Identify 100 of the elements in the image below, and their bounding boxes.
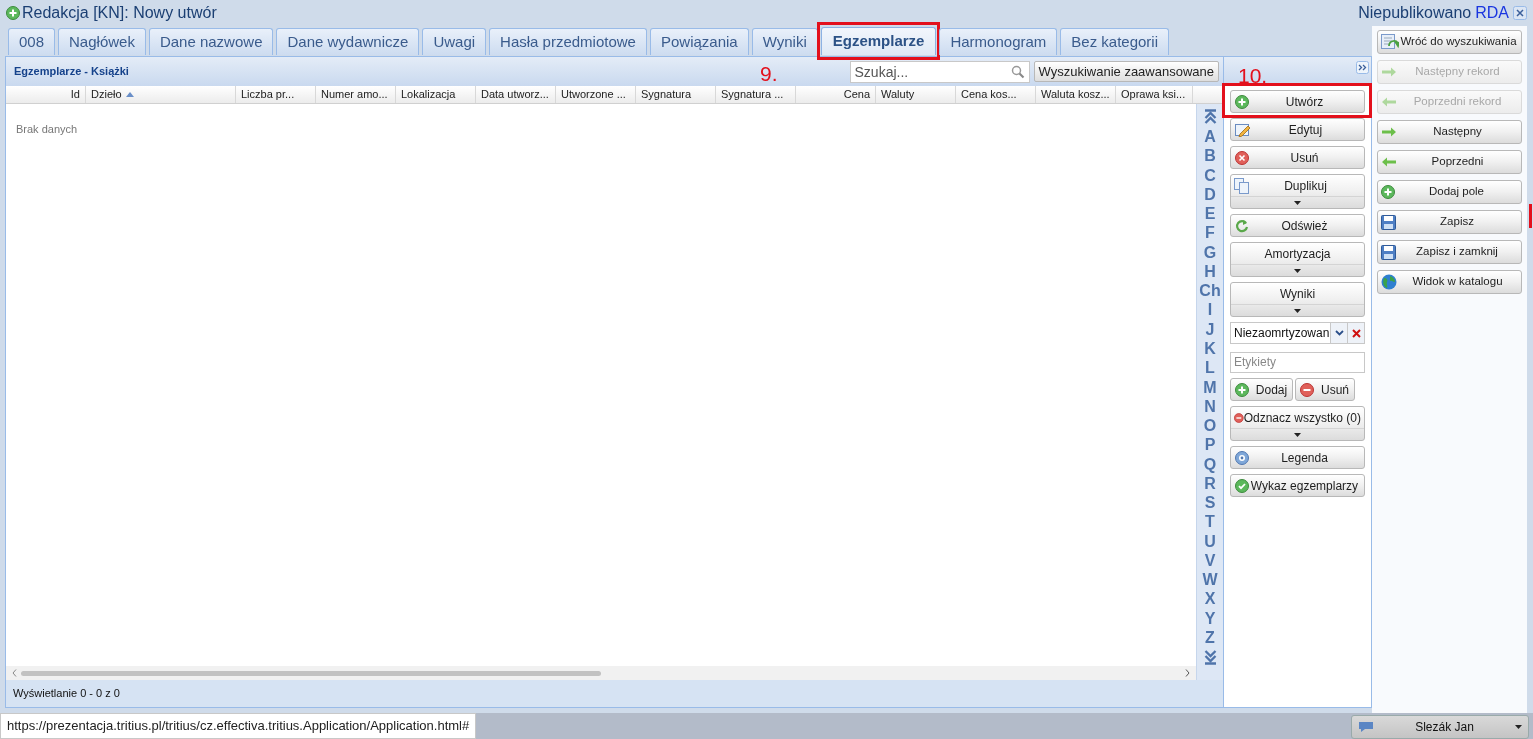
column-header[interactable]: Cena kos... — [956, 86, 1036, 103]
chevron-down-icon — [1334, 330, 1344, 336]
filter-dropdown[interactable]: Niezaomrtyzowan — [1230, 322, 1365, 344]
clear-icon[interactable] — [1351, 328, 1361, 338]
action-button[interactable]: Usuń — [1230, 146, 1365, 169]
record-button[interactable]: Poprzedni — [1377, 150, 1522, 174]
column-header[interactable]: Waluty — [876, 86, 956, 103]
letter-link[interactable]: X — [1204, 589, 1216, 609]
dropdown-button[interactable]: Wyniki — [1230, 282, 1365, 317]
tab[interactable]: Dane nazwowe — [148, 28, 274, 55]
tab[interactable]: Dane wydawnicze — [276, 28, 420, 55]
letter-link[interactable]: G — [1203, 242, 1217, 262]
record-button[interactable]: Następny — [1377, 120, 1522, 144]
column-header[interactable]: Sygnatura — [636, 86, 716, 103]
jump-to-bottom-icon[interactable] — [1203, 648, 1217, 665]
letter-link[interactable]: P — [1204, 435, 1216, 455]
scroll-right-icon[interactable] — [1185, 669, 1190, 677]
tags-field[interactable]: Etykiety — [1230, 351, 1365, 373]
tab[interactable]: Egzemplarze — [820, 27, 937, 55]
action-button[interactable]: Edytuj — [1230, 118, 1365, 141]
letter-link[interactable]: A — [1204, 126, 1216, 147]
letter-link[interactable]: V — [1204, 550, 1216, 571]
letter-link[interactable]: S — [1204, 493, 1216, 513]
column-header[interactable]: Utworzone ... — [556, 86, 636, 103]
column-header[interactable]: Waluta kosz... — [1036, 86, 1116, 103]
column-header[interactable]: Oprawa ksi... — [1116, 86, 1193, 103]
letter-link[interactable]: Y — [1204, 608, 1216, 628]
check-icon — [1235, 478, 1249, 493]
record-button: Poprzedni rekord — [1377, 90, 1522, 114]
tab[interactable]: Hasła przedmiotowe — [489, 28, 647, 55]
action-button[interactable]: Utwórz — [1230, 90, 1365, 113]
column-header[interactable]: Cena — [796, 86, 876, 103]
letter-link[interactable]: K — [1204, 338, 1216, 359]
copy-icon — [1234, 177, 1250, 194]
letter-link[interactable]: W — [1202, 570, 1218, 590]
expand-icon[interactable] — [1356, 61, 1369, 74]
annotation-mark — [1529, 204, 1532, 228]
letter-link[interactable]: J — [1205, 319, 1215, 339]
letter-link[interactable]: E — [1204, 204, 1216, 224]
action-button[interactable]: Odśwież — [1230, 214, 1365, 237]
minus-icon — [1234, 410, 1244, 425]
caret-icon — [1515, 725, 1522, 729]
letter-link[interactable]: R — [1204, 473, 1216, 493]
record-button[interactable]: Dodaj pole — [1377, 180, 1522, 204]
dropdown-button[interactable]: Odznacz wszystko (0) — [1230, 406, 1365, 441]
arrow-right-icon — [1381, 67, 1397, 77]
user-menu-button[interactable]: Slezák Jan — [1351, 715, 1529, 739]
caret-icon — [1294, 308, 1301, 313]
letter-link[interactable]: D — [1204, 184, 1216, 205]
letter-link[interactable]: C — [1204, 165, 1216, 185]
record-button[interactable]: Zapisz i zamknij — [1377, 240, 1522, 264]
letter-link[interactable]: U — [1204, 531, 1216, 551]
jump-to-top-icon[interactable] — [1203, 109, 1217, 126]
tab[interactable]: Powiązania — [649, 28, 749, 55]
letter-link[interactable]: Ch — [1199, 281, 1221, 301]
letter-link[interactable]: M — [1203, 377, 1217, 397]
tab[interactable]: Wyniki — [751, 28, 818, 55]
column-header[interactable]: Numer amo... — [316, 86, 396, 103]
save-icon — [1381, 214, 1396, 230]
action-button[interactable]: Wykaz egzemplarzy — [1230, 474, 1365, 497]
dropdown-button[interactable]: Duplikuj — [1230, 174, 1365, 209]
letter-link[interactable]: T — [1205, 512, 1215, 532]
horizontal-scrollbar[interactable] — [21, 670, 601, 676]
tab[interactable]: 008 — [8, 28, 56, 55]
caret-icon — [1294, 200, 1301, 205]
letter-link[interactable]: I — [1207, 300, 1213, 320]
tab[interactable]: Harmonogram — [939, 28, 1058, 55]
letter-link[interactable]: Q — [1203, 454, 1217, 474]
action-button[interactable]: Dodaj — [1230, 378, 1293, 401]
dropdown-button[interactable]: Amortyzacja — [1230, 242, 1365, 277]
refresh-icon — [1235, 218, 1249, 233]
letter-link[interactable]: O — [1203, 415, 1217, 436]
letter-link[interactable]: B — [1204, 146, 1216, 166]
letter-link[interactable]: Z — [1205, 627, 1215, 648]
tab[interactable]: Nagłówek — [58, 28, 146, 55]
letter-link[interactable]: N — [1204, 396, 1216, 416]
column-header[interactable]: Data utworz... — [476, 86, 556, 103]
scroll-left-icon[interactable] — [12, 669, 17, 677]
close-icon[interactable] — [1513, 6, 1527, 20]
column-header[interactable]: Id — [6, 86, 86, 103]
action-button[interactable]: Usuń — [1295, 378, 1355, 401]
record-button[interactable]: Wróć do wyszukiwania — [1377, 30, 1522, 54]
url-tooltip: https://prezentacja.tritius.pl/tritius/cz.effectiva.tritius.Application/Application.html# — [0, 713, 477, 739]
record-button[interactable]: Widok w katalogu — [1377, 270, 1522, 294]
action-button[interactable]: Legenda — [1230, 446, 1365, 469]
letter-link[interactable]: F — [1205, 223, 1215, 243]
tab[interactable]: Bez kategorii — [1060, 28, 1170, 55]
column-header[interactable]: Sygnatura ... — [716, 86, 796, 103]
letter-link[interactable]: H — [1204, 261, 1216, 282]
plus-icon — [1381, 185, 1395, 199]
letter-link[interactable]: L — [1205, 358, 1215, 378]
panel-title: Egzemplarze - Książki — [14, 64, 129, 80]
column-header[interactable]: Dzieło — [86, 86, 236, 103]
record-button[interactable]: Zapisz — [1377, 210, 1522, 234]
annotation-label: 9. — [760, 61, 778, 87]
search-field[interactable]: Szukaj... — [849, 60, 1030, 83]
advanced-search-button[interactable]: Wyszukiwanie zaawansowane — [1033, 61, 1219, 82]
tab[interactable]: Uwagi — [422, 28, 487, 55]
column-header[interactable]: Lokalizacja — [396, 86, 476, 103]
column-header[interactable]: Liczba pr... — [236, 86, 316, 103]
